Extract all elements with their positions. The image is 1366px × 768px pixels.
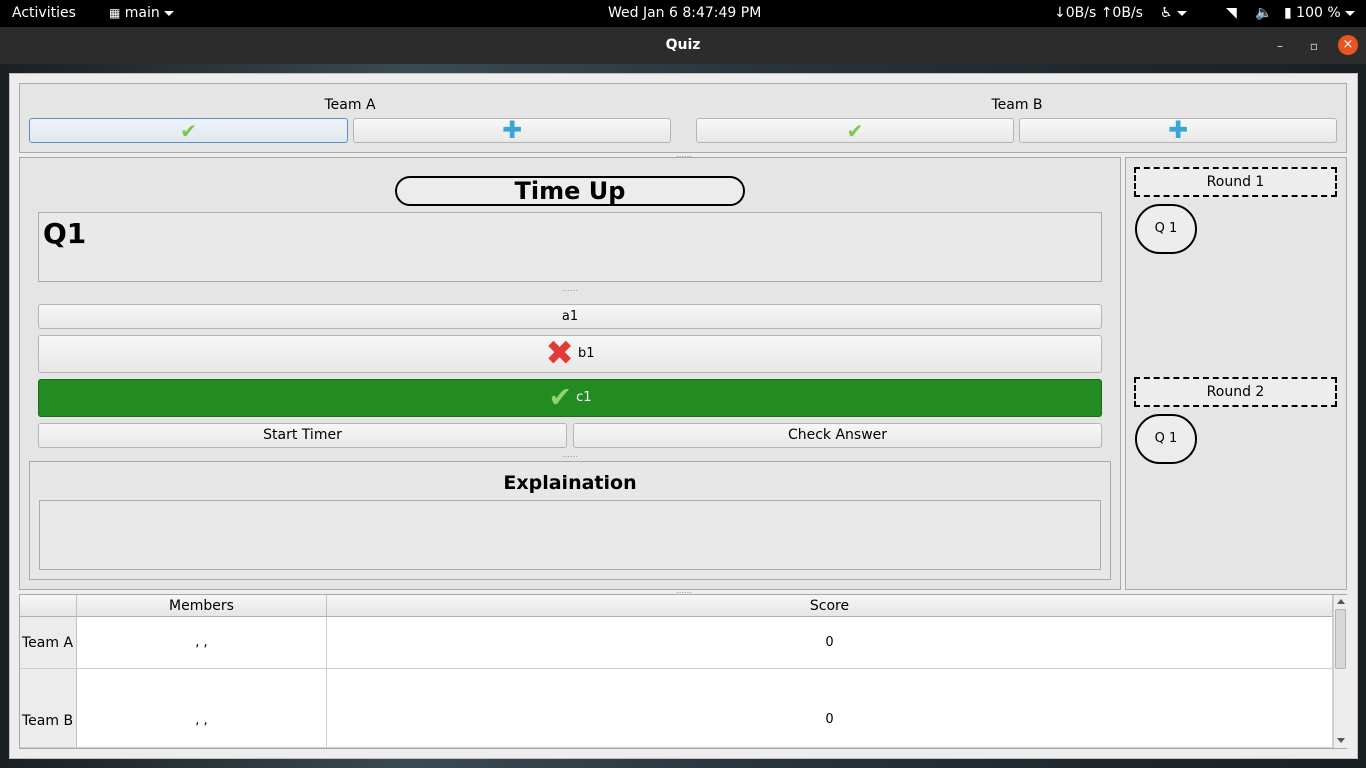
members-cell[interactable]: , ,: [77, 617, 327, 669]
answer-label: c1: [576, 390, 592, 405]
scroll-down-icon[interactable]: [1337, 738, 1345, 743]
row-header-team-b[interactable]: Team B: [20, 669, 77, 748]
plus-icon: ✚: [1167, 116, 1189, 144]
column-header-members[interactable]: Members: [77, 595, 327, 617]
table-scrollbar[interactable]: [1333, 595, 1347, 748]
round-2-question-1-button[interactable]: Q 1: [1135, 414, 1197, 464]
team-b-label: Team B: [991, 97, 1043, 113]
cross-icon: ✖: [545, 333, 574, 374]
scrollbar-thumb[interactable]: [1335, 609, 1346, 669]
score-cell[interactable]: 0: [327, 617, 1333, 669]
column-header-score[interactable]: Score: [327, 595, 1333, 617]
app-menu[interactable]: ▦ main: [109, 5, 174, 21]
round-1-header[interactable]: Round 1: [1134, 167, 1337, 197]
scroll-up-icon[interactable]: [1337, 599, 1345, 604]
teams-panel: Team A Team B ✔ ✚ ✔ ✚: [19, 83, 1347, 153]
chevron-down-icon: [163, 10, 174, 16]
window-title: Quiz: [665, 37, 701, 53]
row-header-team-a[interactable]: Team A: [20, 617, 77, 669]
maximize-button[interactable]: ▫: [1305, 37, 1323, 55]
chevron-down-icon: [1176, 10, 1187, 16]
answer-a-button[interactable]: a1: [38, 304, 1102, 329]
answer-label: b1: [578, 346, 595, 361]
app-menu-label: main: [124, 5, 160, 21]
splitter-handle[interactable]: ⋯⋯: [562, 286, 578, 295]
members-cell[interactable]: , ,: [77, 669, 327, 748]
check-icon: ✔: [548, 380, 572, 414]
accessibility-icon[interactable]: ♿: [1160, 5, 1187, 21]
explanation-group: Explaination: [29, 461, 1111, 580]
question-text: Q1: [43, 217, 87, 250]
round-1-question-1-button[interactable]: Q 1: [1135, 204, 1197, 254]
team-a-correct-button[interactable]: ✔: [29, 118, 348, 143]
table-corner: [20, 595, 77, 617]
battery-icon: ▮: [1284, 5, 1292, 21]
answer-label: a1: [561, 309, 579, 324]
round-2-header[interactable]: Round 2: [1134, 377, 1337, 407]
app-menu-icon: ▦: [109, 6, 121, 20]
check-icon: ✔: [846, 119, 864, 143]
start-timer-button[interactable]: Start Timer: [38, 423, 567, 448]
activities-button[interactable]: Activities: [12, 5, 76, 21]
clock[interactable]: Wed Jan 6 8:47:49 PM: [608, 5, 761, 21]
minimize-button[interactable]: –: [1271, 37, 1289, 55]
explanation-text: [39, 500, 1101, 570]
volume-icon[interactable]: 🔈: [1255, 5, 1272, 21]
window-title-bar[interactable]: Quiz – ▫ ×: [0, 27, 1366, 64]
plus-icon: ✚: [501, 116, 523, 144]
system-top-bar: Activities ▦ main Wed Jan 6 8:47:49 PM ↓…: [0, 0, 1366, 27]
battery-percent: 100 %: [1296, 5, 1341, 21]
team-b-correct-button[interactable]: ✔: [696, 118, 1014, 143]
question-box: Q1: [38, 212, 1102, 282]
explanation-title: Explaination: [503, 472, 637, 494]
team-a-label: Team A: [324, 97, 376, 113]
wifi-icon[interactable]: ◥: [1226, 5, 1237, 21]
score-cell[interactable]: 0: [327, 669, 1333, 748]
check-answer-button[interactable]: Check Answer: [573, 423, 1102, 448]
answer-b-button[interactable]: ✖ b1: [38, 335, 1102, 373]
battery-indicator[interactable]: ▮ 100 %: [1284, 5, 1355, 21]
chevron-down-icon: [1344, 10, 1355, 16]
scoreboard-table: Members Score Team A , , 0 Team B , , 0: [19, 594, 1347, 749]
team-b-add-button[interactable]: ✚: [1019, 118, 1337, 143]
team-a-add-button[interactable]: ✚: [353, 118, 671, 143]
splitter-handle[interactable]: ⋯⋯: [562, 452, 578, 461]
check-icon: ✔: [180, 119, 197, 143]
close-button[interactable]: ×: [1338, 35, 1358, 55]
timer-display: Time Up: [395, 176, 745, 206]
network-speed[interactable]: ↓0B/s ↑0B/s: [1054, 5, 1143, 21]
answer-c-button[interactable]: ✔ c1: [38, 379, 1102, 417]
